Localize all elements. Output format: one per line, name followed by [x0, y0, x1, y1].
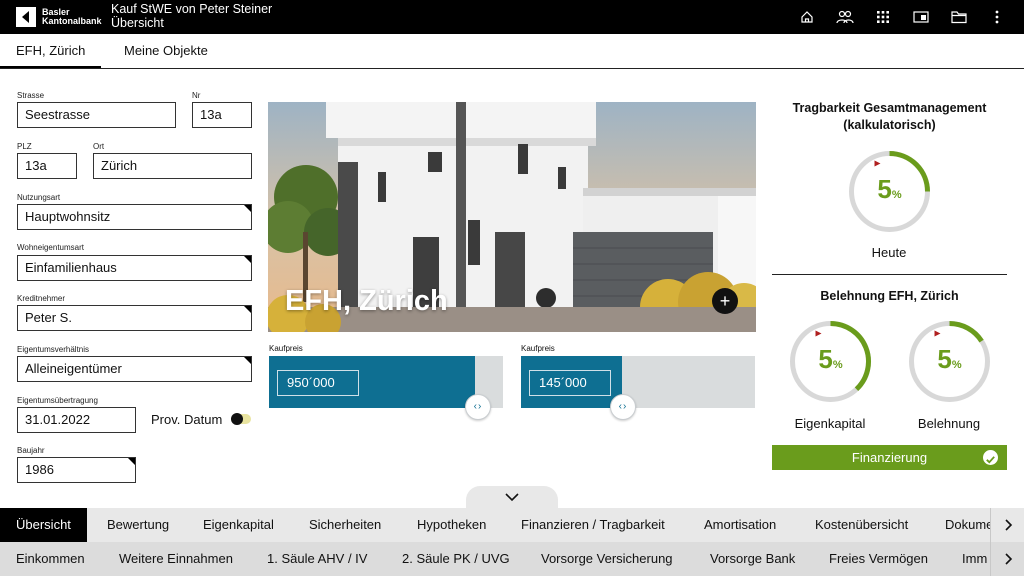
- kaufpreis-slider-2[interactable]: 145´000: [521, 356, 755, 408]
- belehnung-title: Belehnung EFH, Zürich: [820, 289, 959, 303]
- check-circle-icon: [983, 450, 998, 465]
- property-photo: EFH, Zürich +: [268, 102, 756, 332]
- app-title-line1: Kauf StWE von Peter Steiner: [111, 2, 273, 16]
- eigenkapital-caption: Eigenkapital: [794, 416, 866, 431]
- gauge-value: 5%: [818, 344, 843, 374]
- heute-caption: Heute: [871, 245, 907, 260]
- nav-secondary-item-1[interactable]: Weitere Einnahmen: [119, 542, 233, 576]
- plz-field[interactable]: 13a: [17, 153, 77, 179]
- bank-logo[interactable]: Basler Kantonalbank: [16, 7, 102, 27]
- kaufpreis-handle-2[interactable]: ‹›: [610, 394, 636, 420]
- prov-datum-label: Prov. Datum: [151, 412, 223, 427]
- nav-primary-item-3[interactable]: Sicherheiten: [309, 508, 381, 542]
- primary-nav: Übersicht Bewertung Eigenkapital Sicherheit…: [0, 508, 1024, 542]
- tragbarkeit-title: Tragbarkeit Gesamtmanagement (kalkulator…: [792, 101, 987, 132]
- secondary-nav: Einkommen Weitere Einnahmen 1. Säule AHV /…: [0, 542, 1024, 576]
- gauge-marker: [815, 330, 822, 337]
- nav-primary-item-8[interactable]: Dokume: [945, 508, 993, 542]
- nav-primary-item-0[interactable]: Übersicht: [0, 508, 87, 542]
- tragbarkeit-gauge: 5%: [848, 150, 931, 233]
- folder-icon[interactable]: [940, 6, 978, 28]
- logo-text: Basler Kantonalbank: [42, 7, 102, 26]
- nav-secondary-item-4[interactable]: Vorsorge Versicherung: [541, 542, 673, 576]
- nutzungsart-label: Nutzungsart: [17, 193, 61, 202]
- toolbar-icons: [788, 6, 1016, 28]
- wohneigentumsart-label: Wohneigentumsart: [17, 243, 84, 252]
- kaufpreis-input-1[interactable]: 950´000: [277, 370, 359, 396]
- nav-secondary-item-3[interactable]: 2. Säule PK / UVG: [402, 542, 510, 576]
- prov-datum-toggle[interactable]: [231, 413, 251, 425]
- nr-label: Nr: [192, 91, 201, 100]
- panel-divider: [772, 274, 1007, 275]
- app-title-line2: Übersicht: [111, 16, 164, 30]
- toggle-knob: [231, 413, 243, 425]
- belehnung-gauge: 5%: [908, 320, 991, 403]
- eigentumsuebertragung-date-field[interactable]: 31.01.2022: [17, 407, 136, 433]
- ort-field[interactable]: Zürich: [93, 153, 252, 179]
- tab-efh-zuerich[interactable]: EFH, Zürich: [0, 34, 102, 68]
- photo-title: EFH, Zürich: [285, 285, 448, 317]
- nav-secondary-item-0[interactable]: Einkommen: [16, 542, 85, 576]
- nav-primary-item-6[interactable]: Amortisation: [704, 508, 776, 542]
- finanzierung-label: Finanzierung: [851, 450, 928, 465]
- add-photo-button[interactable]: +: [712, 288, 738, 314]
- eigentumsverhaeltnis-label: Eigentumsverhältnis: [17, 345, 90, 354]
- secondary-nav-next-button[interactable]: [990, 542, 1024, 576]
- kaufpreis-label-2: Kaufpreis: [521, 344, 555, 353]
- eigentumsuebertragung-label: Eigentumsübertragung: [17, 396, 98, 405]
- nav-primary-item-7[interactable]: Kostenübersicht: [815, 508, 908, 542]
- primary-nav-next-button[interactable]: [990, 508, 1024, 542]
- finanzierung-button[interactable]: Finanzierung: [772, 445, 1007, 470]
- calculator-icon[interactable]: [902, 6, 940, 28]
- baujahr-select[interactable]: 1986: [17, 457, 136, 483]
- nav-secondary-item-2[interactable]: 1. Säule AHV / IV: [267, 542, 367, 576]
- nav-primary-item-5[interactable]: Finanzieren / Tragbarkeit: [521, 508, 665, 542]
- gauge-arc: [949, 321, 984, 343]
- kreditnehmer-select[interactable]: Peter S.: [17, 305, 252, 331]
- nav-primary-item-1[interactable]: Bewertung: [107, 508, 169, 542]
- tab-meine-objekte[interactable]: Meine Objekte: [108, 34, 224, 68]
- nutzungsart-select[interactable]: Hauptwohnsitz: [17, 204, 252, 230]
- app-title: Kauf StWE von Peter Steiner Übersicht: [111, 2, 272, 30]
- apps-grid-icon[interactable]: [864, 6, 902, 28]
- more-vertical-icon[interactable]: [978, 6, 1016, 28]
- gauge-value: 5%: [937, 344, 962, 374]
- kaufpreis-label-1: Kaufpreis: [269, 344, 303, 353]
- chevron-down-icon: [505, 493, 519, 502]
- logo-mark-icon: [16, 7, 36, 27]
- chevron-right-icon: [1004, 553, 1012, 565]
- gauge-marker: [934, 330, 941, 337]
- baujahr-label: Baujahr: [17, 446, 45, 455]
- gauge-value: 5%: [877, 174, 902, 204]
- object-tabs: EFH, Zürich Meine Objekte: [0, 34, 1024, 69]
- kaufpreis-input-2[interactable]: 145´000: [529, 370, 611, 396]
- eigenkapital-gauge: 5%: [789, 320, 872, 403]
- wohneigentumsart-select[interactable]: Einfamilienhaus: [17, 255, 252, 281]
- chevron-right-icon: [1004, 519, 1012, 531]
- nav-secondary-item-7[interactable]: Imm: [962, 542, 987, 576]
- eigentumsverhaeltnis-select[interactable]: Alleineigentümer: [17, 356, 252, 382]
- strasse-field[interactable]: Seestrasse: [17, 102, 176, 128]
- nr-field[interactable]: 13a: [192, 102, 252, 128]
- nav-secondary-item-5[interactable]: Vorsorge Bank: [710, 542, 795, 576]
- users-icon[interactable]: [826, 6, 864, 28]
- plz-label: PLZ: [17, 142, 32, 151]
- kaufpreis-handle-1[interactable]: ‹›: [465, 394, 491, 420]
- nav-primary-item-4[interactable]: Hypotheken: [417, 508, 486, 542]
- nav-primary-item-2[interactable]: Eigenkapital: [203, 508, 274, 542]
- gauge-marker: [874, 160, 881, 167]
- collapse-nav-button[interactable]: [466, 486, 558, 509]
- kreditnehmer-label: Kreditnehmer: [17, 294, 66, 303]
- home-icon[interactable]: [788, 6, 826, 28]
- belehnung-caption: Belehnung: [917, 416, 981, 431]
- ort-label: Ort: [93, 142, 105, 151]
- nav-secondary-item-6[interactable]: Freies Vermögen: [829, 542, 928, 576]
- top-bar: Basler Kantonalbank Kauf StWE von Peter …: [0, 0, 1024, 34]
- strasse-label: Strasse: [17, 91, 45, 100]
